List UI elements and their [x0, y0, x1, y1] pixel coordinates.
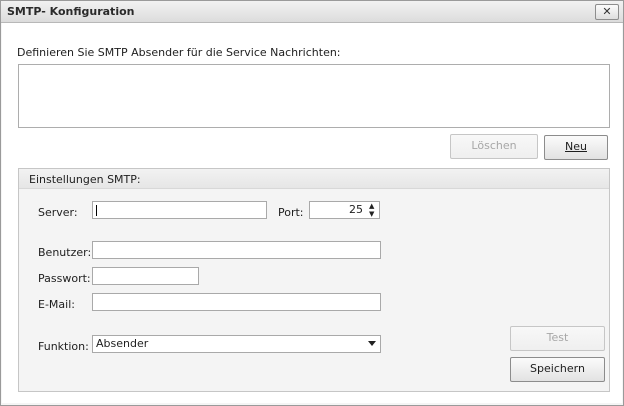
window-title: SMTP- Konfiguration [7, 5, 135, 18]
test-button-label: Test [546, 331, 569, 344]
function-value: Absender [96, 337, 149, 350]
save-button-label: Speichern [530, 362, 585, 375]
group-header: Einstellungen SMTP: [19, 169, 609, 189]
sender-list[interactable] [18, 64, 610, 128]
chevron-down-icon[interactable] [368, 341, 376, 346]
delete-button[interactable]: Löschen [450, 134, 538, 159]
function-label: Funktion: [38, 340, 89, 353]
save-button[interactable]: Speichern [510, 357, 605, 382]
dialog-body: Definieren Sie SMTP Absender für die Ser… [2, 23, 622, 403]
new-button-label: Neu [565, 140, 587, 153]
server-input[interactable] [92, 201, 267, 219]
arrow-up-icon[interactable]: ▲ [369, 203, 374, 210]
delete-button-label: Löschen [471, 139, 517, 152]
server-label: Server: [38, 206, 78, 219]
new-button[interactable]: Neu [544, 135, 608, 160]
port-label: Port: [278, 206, 304, 219]
sender-list-label: Definieren Sie SMTP Absender für die Ser… [17, 46, 341, 59]
email-input[interactable] [92, 293, 381, 311]
user-input[interactable] [92, 241, 381, 259]
email-label: E-Mail: [38, 298, 75, 311]
port-value: 25 [349, 203, 363, 216]
title-bar: SMTP- Konfiguration ✕ [1, 1, 623, 23]
function-select[interactable]: Absender [92, 335, 381, 353]
smtp-settings-group: Einstellungen SMTP: Server: Port: 25 ▲ ▼… [18, 168, 610, 392]
password-label: Passwort: [38, 272, 91, 285]
port-spin-buttons[interactable]: ▲ ▼ [368, 203, 378, 218]
group-title: Einstellungen SMTP: [29, 173, 141, 186]
close-button[interactable]: ✕ [595, 4, 619, 20]
smtp-config-window: SMTP- Konfiguration ✕ Definieren Sie SMT… [0, 0, 624, 406]
close-icon: ✕ [602, 5, 612, 18]
test-button[interactable]: Test [510, 326, 605, 351]
password-input[interactable] [92, 267, 199, 285]
text-caret [96, 205, 97, 216]
port-stepper[interactable]: 25 ▲ ▼ [309, 201, 380, 219]
arrow-down-icon[interactable]: ▼ [369, 211, 374, 218]
user-label: Benutzer: [38, 246, 92, 259]
